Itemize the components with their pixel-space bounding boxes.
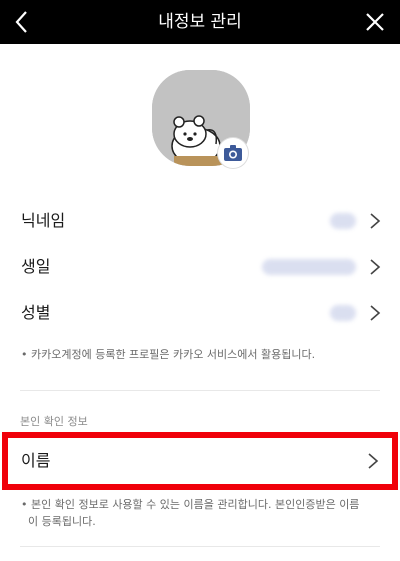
gender-label: 성별 — [21, 303, 51, 322]
divider — [20, 390, 380, 391]
change-photo-button[interactable] — [218, 138, 248, 168]
name-note-line1: • 본인 확인 정보로 사용할 수 있는 이름을 관리합니다. 본인인증받은 이… — [21, 498, 360, 511]
page-title: 내정보 관리 — [158, 12, 242, 32]
name-note-line2: 이 등록됩니다. — [28, 515, 96, 528]
close-button[interactable] — [360, 7, 390, 37]
chevron-right-icon — [370, 305, 381, 321]
camera-icon — [224, 145, 242, 161]
profile-note: • 카카오계정에 등록한 프로필은 카카오 서비스에서 활용됩니다. — [21, 348, 316, 361]
chevron-right-icon — [370, 213, 381, 229]
gender-row[interactable]: 성별 — [0, 290, 400, 336]
birthday-label: 생일 — [21, 257, 51, 276]
name-label: 이름 — [21, 451, 51, 470]
nickname-value-blurred — [330, 213, 356, 229]
close-icon — [366, 13, 384, 31]
divider — [20, 546, 380, 547]
chevron-right-icon — [368, 453, 379, 469]
birthday-value-blurred — [262, 259, 356, 275]
top-bar: 내정보 관리 — [0, 0, 400, 44]
nickname-row[interactable]: 닉네임 — [0, 198, 400, 244]
verify-section-title: 본인 확인 정보 — [20, 415, 88, 428]
name-row[interactable]: 이름 — [8, 438, 392, 484]
gender-value-blurred — [330, 305, 356, 321]
nickname-label: 닉네임 — [21, 211, 66, 230]
chevron-right-icon — [370, 259, 381, 275]
birthday-row[interactable]: 생일 — [0, 244, 400, 290]
